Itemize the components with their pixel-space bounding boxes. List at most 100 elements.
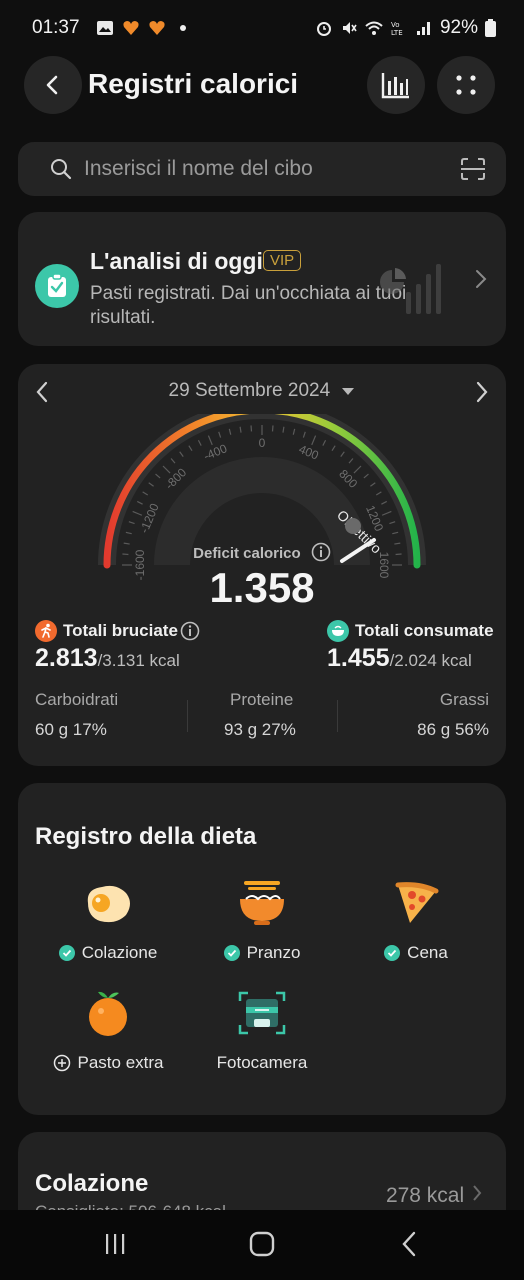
noodle-bowl-icon [240,881,284,925]
battery-percent: 92% [439,17,478,38]
burned-value: 2.813/3.131 kcal [35,644,180,673]
breakfast-kcal-value: 278 kcal [385,1184,465,1207]
gauge-tick [331,445,336,452]
gauge-tick [353,465,362,474]
battery-icon [485,19,496,37]
page-title: Registri calorici [88,68,299,99]
barcode-scan-icon[interactable] [460,157,486,181]
deficit-label: Deficit calorico [193,545,301,562]
meal-label: Pranzo [246,943,301,962]
alarm-icon [316,22,331,36]
gauge-tick [128,521,135,525]
gauge-tick [132,510,143,516]
app-header: Registri calorici [0,56,524,114]
date-label: 29 Settembre 2024 [168,380,331,401]
date-selector: 29 Settembre 2024 [18,376,506,408]
gauge-tick [392,531,399,535]
burned-total: /3.131 kcal [97,651,180,670]
clipboard-check-icon [35,264,79,308]
macro-divider-2 [337,700,338,732]
check-icon [384,945,401,961]
fat-value: 86 g 56% [417,720,489,739]
analysis-title: L'analisi di oggi [90,248,263,274]
gauge-tick [292,428,296,435]
meal-camera[interactable]: Fotocamera [187,987,337,1073]
statistics-button[interactable] [367,56,425,114]
breakfast-kcal: 278 kcal [386,1184,482,1208]
gauge-tick [179,451,184,457]
caret-down-icon [342,388,355,395]
grid-dots-icon [456,75,476,95]
more-options-button[interactable] [437,56,495,114]
carbs-value: 60 g 17% [35,720,107,739]
running-icon [35,620,57,642]
gauge-tick [148,482,154,487]
wifi-icon [365,21,383,35]
meal-label: Cena [407,943,448,962]
svg-text:Vo: Vo [391,21,400,29]
gauge-tick-label: 400 [297,442,321,463]
deficit-label-row: Deficit calorico [18,542,506,562]
search-icon [51,159,72,180]
meal-label: Colazione [81,943,158,962]
burned-amount: 2.813 [35,644,98,672]
gauge-tick [340,451,345,457]
bar-chart-icon [381,73,409,99]
consumed-total: /2.024 kcal [389,651,472,670]
gauge-tick [302,431,306,438]
gallery-notification-icon [96,21,113,35]
diet-log-card: Registro della dieta Colazione Pranzo Ce… [18,783,506,1115]
macro-divider [187,700,188,732]
status-time: 01:37 [32,17,80,38]
pizza-icon [395,882,439,923]
gauge-tick [142,491,149,496]
goal-marker-dot [345,518,361,534]
svg-text:LTE: LTE [391,29,403,37]
gauge-tick [188,445,193,452]
consumed-label-row: Totali consumate [327,620,494,642]
protein-label: Proteine [230,690,294,709]
gauge-tick [155,473,161,479]
volte-icon: VoLTE [391,21,403,37]
gauge-tick [170,458,176,464]
date-picker[interactable]: 29 Settembre 2024 [18,380,506,402]
gauge-tick-label: -400 [201,441,229,463]
gauge-tick-label: 0 [259,436,266,450]
meal-lunch[interactable]: Pranzo [187,877,337,963]
burned-info-icon[interactable] [180,621,200,641]
signal-icon [416,22,430,35]
gauge-tick [311,435,317,446]
mute-icon [342,22,357,34]
back-nav-button[interactable] [400,1231,418,1257]
meal-breakfast[interactable]: Colazione [33,877,183,963]
breakfast-title: Colazione [35,1170,149,1197]
chevron-right-icon [473,1185,482,1201]
home-button[interactable] [249,1231,275,1257]
vip-badge: VIP [263,250,302,271]
daily-analysis-card[interactable]: L'analisi di oggi VIP Pasti registrati. … [18,212,506,346]
recent-apps-button[interactable] [104,1232,128,1256]
food-search-bar[interactable]: Inserisci il nome del cibo [18,142,506,196]
carbs-label: Carboidrati [35,690,119,709]
info-icon[interactable] [311,542,331,562]
burned-label: Totali bruciate [63,621,178,640]
fried-egg-icon [87,885,130,923]
meal-dinner[interactable]: Cena [341,877,491,963]
gauge-tick [197,439,202,446]
search-input[interactable]: Inserisci il nome del cibo [84,157,313,181]
food-bowl-icon [327,620,349,642]
chevron-left-icon [46,75,58,95]
app-notification-icon [122,21,139,35]
gauge-tick [322,439,327,446]
consumed-label: Totali consumate [355,621,494,640]
gauge-tick [282,426,285,433]
gauge-tick [363,473,369,479]
meal-extra[interactable]: Pasto extra [33,987,183,1073]
camera-scan-icon [238,991,286,1035]
gauge-tick [239,426,242,433]
gauge-tick [207,435,213,446]
meal-label: Fotocamera [216,1053,308,1072]
gauge-tick [389,521,396,525]
back-button[interactable] [24,56,82,114]
next-day-button[interactable] [474,380,490,404]
